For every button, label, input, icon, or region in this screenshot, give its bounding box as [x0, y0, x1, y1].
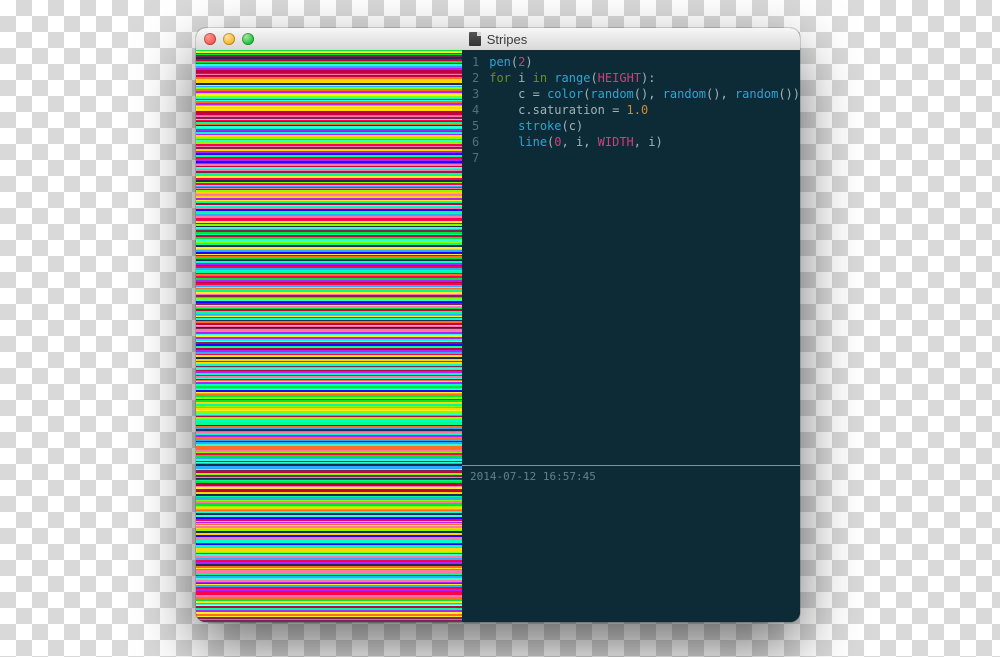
stripes-output [196, 50, 462, 622]
console-timestamp: 2014-07-12 16:57:45 [470, 470, 596, 483]
code-line[interactable]: stroke(c) [489, 118, 800, 134]
code-line[interactable] [489, 150, 800, 166]
code-lines[interactable]: pen(2)for i in range(HEIGHT): c = color(… [487, 50, 800, 170]
minimize-button[interactable] [223, 33, 235, 45]
line-number-gutter: 1234567 [462, 50, 487, 170]
app-window: Stripes 1234567 pen(2)for i in range(HEI… [196, 28, 800, 622]
console-area: 2014-07-12 16:57:45 [462, 465, 800, 622]
code-editor[interactable]: 1234567 pen(2)for i in range(HEIGHT): c … [462, 50, 800, 622]
editor-area[interactable]: 1234567 pen(2)for i in range(HEIGHT): c … [462, 50, 800, 170]
close-button[interactable] [204, 33, 216, 45]
code-line[interactable]: pen(2) [489, 54, 800, 70]
code-line[interactable]: line(0, i, WIDTH, i) [489, 134, 800, 150]
line-number: 2 [472, 70, 479, 86]
window-title-text: Stripes [487, 32, 527, 47]
line-number: 4 [472, 102, 479, 118]
window-body: 1234567 pen(2)for i in range(HEIGHT): c … [196, 50, 800, 622]
zoom-button[interactable] [242, 33, 254, 45]
window-titlebar[interactable]: Stripes [196, 28, 800, 51]
line-number: 6 [472, 134, 479, 150]
line-number: 5 [472, 118, 479, 134]
output-canvas [196, 50, 462, 622]
document-icon [469, 32, 481, 46]
code-line[interactable]: c = color(random(), random(), random()) [489, 86, 800, 102]
line-number: 1 [472, 54, 479, 70]
line-number: 7 [472, 150, 479, 166]
window-title: Stripes [196, 32, 800, 47]
line-number: 3 [472, 86, 479, 102]
code-line[interactable]: for i in range(HEIGHT): [489, 70, 800, 86]
code-line[interactable]: c.saturation = 1.0 [489, 102, 800, 118]
traffic-lights [196, 33, 254, 45]
